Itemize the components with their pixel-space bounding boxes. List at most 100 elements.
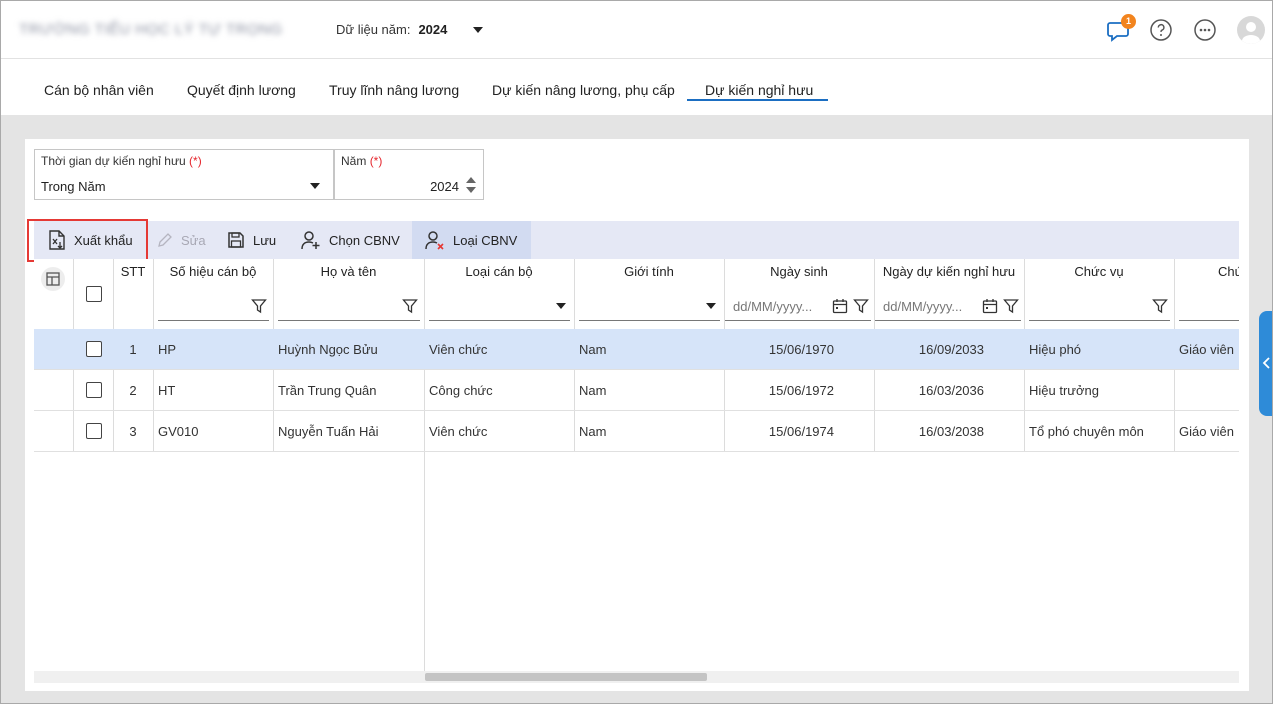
period-select[interactable]: Thời gian dự kiến nghỉ hưu (*) Trong Năm (34, 149, 334, 200)
code-filter-input[interactable] (158, 290, 269, 321)
period-value: Trong Năm (41, 179, 106, 194)
type-filter-select[interactable] (429, 290, 570, 321)
chevron-down-icon[interactable] (310, 183, 320, 189)
spin-up-icon[interactable] (466, 177, 476, 183)
row-checkbox[interactable] (86, 423, 102, 439)
required-marker: (*) (369, 154, 383, 168)
pencil-icon (158, 233, 172, 247)
table-row[interactable]: 1 HP Huỳnh Ngọc Bửu Viên chức Nam 15/06/… (34, 329, 1239, 370)
year-label: Dữ liệu năm: (336, 22, 411, 37)
required-marker: (*) (189, 154, 202, 168)
row-checkbox[interactable] (86, 341, 102, 357)
cell-code: GV010 (158, 424, 199, 439)
column-header-type[interactable]: Loại cán bộ (424, 264, 574, 279)
cell-extra: Giáo viên (1179, 342, 1234, 357)
spin-down-icon[interactable] (466, 187, 476, 193)
retire-filter-placeholder: dd/MM/yyyy... (883, 299, 963, 314)
cell-type: Viên chức (429, 342, 488, 357)
cell-extra: Giáo viên (1179, 424, 1234, 439)
year-selector[interactable]: Dữ liệu năm: 2024 (336, 22, 484, 37)
column-divider (424, 259, 425, 683)
retire-date-filter-input[interactable]: dd/MM/yyyy... (875, 290, 1021, 321)
select-all-checkbox[interactable] (86, 286, 102, 302)
extra-filter-input[interactable] (1179, 290, 1239, 321)
tab-quyet-dinh-luong[interactable]: Quyết định lương (187, 82, 296, 98)
top-bar: TRƯỜNG TIỂU HỌC LÝ TỰ TRỌNG Dữ liệu năm:… (1, 1, 1272, 59)
table-row[interactable]: 2 HT Trần Trung Quân Công chức Nam 15/06… (34, 370, 1239, 411)
remove-user-icon (425, 231, 444, 250)
cell-retire-date: 16/03/2038 (918, 424, 984, 439)
export-label: Xuất khẩu (74, 232, 133, 248)
chevron-down-icon[interactable] (556, 303, 566, 309)
export-button[interactable]: Xuất khẩu (48, 221, 133, 259)
cell-type: Viên chức (429, 424, 488, 439)
save-icon (228, 232, 244, 248)
app-window: TRƯỜNG TIỂU HỌC LÝ TỰ TRỌNG Dữ liệu năm:… (0, 0, 1273, 704)
scrollbar-thumb[interactable] (425, 673, 707, 681)
chevron-down-icon[interactable] (706, 303, 716, 309)
save-button[interactable]: Lưu (227, 221, 276, 259)
tab-bar: Cán bộ nhân viên Quyết định lương Truy l… (1, 59, 1272, 115)
tab-can-bo-nhan-vien[interactable]: Cán bộ nhân viên (44, 82, 154, 98)
choose-staff-label: Chọn CBNV (329, 232, 400, 248)
choose-staff-button[interactable]: Chọn CBNV (301, 221, 400, 259)
column-header-name[interactable]: Họ và tên (273, 264, 424, 279)
cell-stt: 2 (129, 383, 137, 398)
cell-position: Hiệu trưởng (1029, 383, 1099, 398)
horizontal-scrollbar[interactable] (34, 671, 1239, 683)
filter-icon[interactable] (853, 298, 869, 314)
position-filter-input[interactable] (1029, 290, 1170, 321)
year-field-label-text: Năm (341, 154, 367, 168)
side-panel-toggle[interactable] (1259, 311, 1272, 416)
filter-icon[interactable] (251, 298, 267, 314)
cell-stt: 1 (129, 342, 137, 357)
cell-code: HP (158, 342, 177, 357)
column-header-retire-date[interactable]: Ngày dự kiến nghỉ hưu (874, 264, 1024, 279)
table-layout-icon (46, 272, 60, 286)
dob-filter-input[interactable]: dd/MM/yyyy... (725, 290, 871, 321)
tab-truy-linh-nang-luong[interactable]: Truy lĩnh nâng lương (329, 82, 459, 98)
gender-filter-select[interactable] (579, 290, 720, 321)
chevron-down-icon[interactable] (473, 26, 484, 33)
cell-name: Trần Trung Quân (278, 383, 377, 398)
edit-button[interactable]: Sửa (157, 221, 206, 259)
column-header-more[interactable]: Chứ (1218, 264, 1239, 279)
tab-du-kien-nghi-huu[interactable]: Dự kiến nghỉ hưu (705, 82, 813, 98)
add-user-icon (301, 231, 320, 250)
filter-icon[interactable] (1152, 298, 1168, 314)
column-chooser-button[interactable] (41, 267, 65, 291)
cell-code: HT (158, 383, 176, 398)
filter-icon[interactable] (1003, 298, 1019, 314)
cell-position: Hiệu phó (1029, 342, 1082, 357)
column-header-code[interactable]: Số hiệu cán bộ (153, 264, 273, 279)
remove-staff-button[interactable]: Loại CBNV (412, 221, 531, 259)
cell-type: Công chức (429, 383, 493, 398)
cell-dob: 15/06/1972 (768, 383, 834, 398)
cell-gender: Nam (579, 383, 607, 398)
year-input[interactable]: Năm (*) 2024 (334, 149, 484, 200)
dob-filter-placeholder: dd/MM/yyyy... (733, 299, 813, 314)
tab-du-kien-nang-luong[interactable]: Dự kiến nâng lương, phụ cấp (492, 82, 675, 98)
cell-retire-date: 16/03/2036 (918, 383, 984, 398)
cell-retire-date: 16/09/2033 (918, 342, 984, 357)
row-checkbox[interactable] (86, 382, 102, 398)
table-row[interactable]: 3 GV010 Nguyễn Tuấn Hải Viên chức Nam 15… (34, 411, 1239, 452)
chevron-left-icon (1262, 357, 1270, 369)
cell-stt: 3 (129, 424, 137, 439)
excel-export-icon (49, 230, 65, 250)
column-header-dob[interactable]: Ngày sinh (724, 264, 874, 279)
column-header-position[interactable]: Chức vụ (1024, 264, 1174, 279)
cell-gender: Nam (579, 424, 607, 439)
name-filter-input[interactable] (278, 290, 420, 321)
more-options-icon[interactable] (1193, 18, 1217, 42)
calendar-icon[interactable] (982, 298, 998, 314)
column-header-stt[interactable]: STT (113, 264, 153, 279)
help-icon[interactable] (1149, 18, 1173, 42)
avatar[interactable] (1237, 16, 1265, 44)
active-tab-indicator (687, 99, 828, 101)
period-label-text: Thời gian dự kiến nghỉ hưu (41, 154, 186, 168)
save-label: Lưu (253, 232, 277, 248)
column-header-gender[interactable]: Giới tính (574, 264, 724, 279)
calendar-icon[interactable] (832, 298, 848, 314)
filter-icon[interactable] (402, 298, 418, 314)
